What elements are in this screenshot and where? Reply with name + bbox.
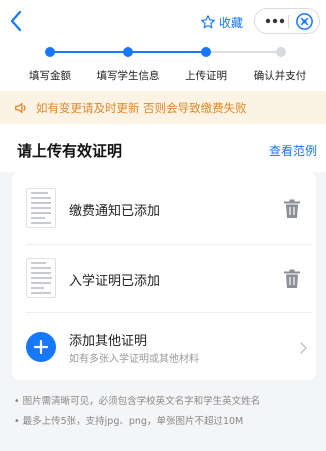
- trash-icon: [284, 269, 300, 288]
- document-thumbnail: [26, 188, 56, 228]
- favorite-label: 收藏: [219, 15, 244, 30]
- back-button[interactable]: [6, 8, 28, 34]
- plus-icon: [33, 339, 49, 355]
- step-dot-done: [45, 47, 55, 57]
- capsule-divider: [288, 15, 289, 28]
- upload-row[interactable]: 缴费通知已添加: [12, 172, 316, 244]
- step-connector: [211, 51, 278, 53]
- view-example-link[interactable]: 查看范例: [269, 142, 317, 159]
- favorite-button[interactable]: 收藏: [200, 12, 243, 32]
- upload-card: 缴费通知已添加 入学证明已添加 添加其他证明 如有多张入学证明或其他材料: [12, 172, 316, 380]
- step-connector: [131, 51, 206, 53]
- upload-row-label: 缴费通知已添加: [69, 204, 161, 219]
- step-connector: [48, 51, 126, 53]
- notice-bar: 如有变更请及时更新 否则会导致缴费失败: [0, 91, 326, 124]
- step-dot-todo: [276, 47, 286, 57]
- upload-row[interactable]: 入学证明已添加: [12, 244, 316, 312]
- hint-text: • 最多上传5张，支持jpg、png，单张图片不超过10M: [14, 416, 244, 427]
- add-other-title: 添加其他证明: [69, 334, 148, 349]
- notice-text: 如有变更请及时更新 否则会导致缴费失败: [36, 100, 247, 115]
- section-title: 请上传有效证明: [17, 142, 123, 160]
- more-icon: [265, 18, 285, 24]
- trash-icon: [284, 199, 300, 218]
- star-icon: [201, 15, 215, 29]
- document-thumbnail: [26, 258, 56, 298]
- step-label: 上传证明: [185, 70, 227, 82]
- add-other-proof-row[interactable]: 添加其他证明 如有多张入学证明或其他材料: [12, 312, 316, 380]
- speaker-icon: [15, 102, 26, 113]
- chevron-right-icon: [298, 340, 308, 354]
- mini-program-capsule: [254, 8, 320, 34]
- delete-button[interactable]: [283, 199, 301, 219]
- progress-steps: 填写金额 填写学生信息 上传证明 确认并支付: [0, 42, 326, 91]
- step-dot-current: [201, 47, 211, 57]
- more-button[interactable]: [263, 9, 287, 33]
- step-label: 填写学生信息: [96, 70, 160, 82]
- delete-button[interactable]: [283, 269, 301, 289]
- section-header: 请上传有效证明 查看范例: [0, 124, 326, 172]
- step-label: 填写金额: [29, 70, 71, 82]
- step-dot-done: [123, 47, 133, 57]
- step-label: 确认并支付: [253, 70, 307, 82]
- close-icon: [296, 13, 313, 30]
- top-bar: 收藏: [0, 0, 326, 42]
- upload-row-label: 入学证明已添加: [69, 274, 161, 289]
- back-icon: [10, 10, 22, 32]
- close-button[interactable]: [295, 12, 314, 31]
- upload-hints: • 图片需清晰可见，必须包含学校英文名字和学生英文姓名 • 最多上传5张，支持j…: [14, 392, 320, 432]
- add-other-subtitle: 如有多张入学证明或其他材料: [69, 354, 199, 365]
- hint-text: • 图片需清晰可见，必须包含学校英文名字和学生英文姓名: [14, 396, 261, 407]
- add-button[interactable]: [26, 332, 56, 362]
